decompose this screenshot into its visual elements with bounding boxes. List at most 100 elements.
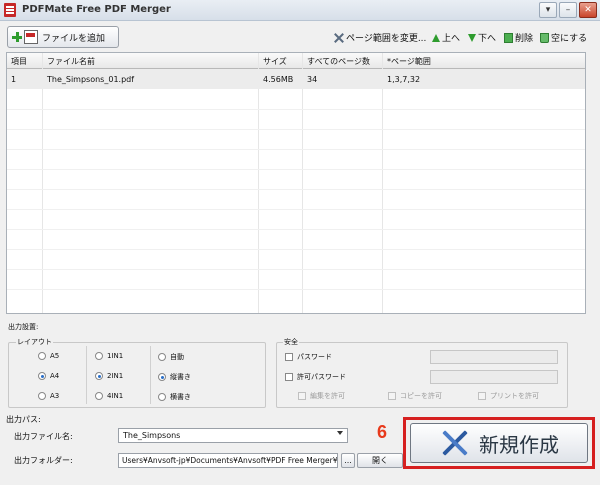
row-divider	[7, 209, 585, 210]
row-divider	[7, 169, 585, 170]
move-up-label: 上へ	[442, 34, 461, 44]
page-size-a3-radio[interactable]: A3	[38, 392, 59, 400]
orientation-landscape-radio[interactable]: 横書き	[158, 392, 191, 402]
trash-icon	[540, 32, 549, 43]
pdf-file-icon	[24, 30, 38, 44]
step-number-annotation: 6	[377, 422, 388, 442]
orientation-auto-label: 自動	[170, 353, 184, 361]
checkbox-icon	[388, 392, 396, 400]
move-down-label: 下へ	[478, 34, 497, 44]
delete-button[interactable]: 削除	[504, 31, 533, 44]
security-group-title: 安全	[283, 337, 299, 347]
orientation-portrait-label: 縦書き	[170, 373, 191, 381]
chevron-down-icon[interactable]: ▾	[539, 2, 557, 18]
radio-icon	[158, 393, 166, 401]
minimize-icon[interactable]: –	[559, 2, 577, 18]
open-folder-button[interactable]: 開く	[357, 453, 403, 468]
row-divider	[7, 149, 585, 150]
set-page-range-button[interactable]: ページ範囲を変更...	[334, 31, 426, 44]
orientation-portrait-radio[interactable]: 縦書き	[158, 372, 191, 382]
password-label: パスワード	[297, 353, 332, 361]
column-header-size[interactable]: サイズ	[263, 56, 287, 67]
allow-print-checkbox[interactable]: プリントを許可	[478, 391, 539, 401]
checkbox-icon	[285, 353, 293, 361]
chevron-down-icon[interactable]	[337, 431, 343, 435]
move-down-button[interactable]: 下へ	[468, 31, 496, 44]
column-header-filename[interactable]: ファイル名前	[47, 56, 95, 67]
allow-edit-label: 編集を許可	[310, 392, 345, 400]
radio-icon	[95, 392, 103, 400]
add-file-label: ファイルを追加	[42, 33, 106, 44]
layout-1in1-radio[interactable]: 1IN1	[95, 352, 123, 360]
create-new-button[interactable]: 新規作成	[410, 423, 588, 463]
checkbox-icon	[285, 373, 293, 381]
tools-icon	[334, 33, 344, 43]
radio-selected-icon	[38, 372, 46, 380]
move-up-button[interactable]: 上へ	[432, 31, 460, 44]
layout-4in1-radio[interactable]: 4IN1	[95, 392, 123, 400]
layout-4in1-label: 4IN1	[107, 392, 124, 400]
radio-icon	[95, 352, 103, 360]
output-filename-label: 出力ファイル名:	[14, 432, 73, 441]
page-size-a5-label: A5	[50, 352, 60, 360]
row-divider	[7, 229, 585, 230]
radio-icon	[158, 353, 166, 361]
column-divider	[258, 53, 259, 313]
add-file-button[interactable]: ファイルを追加	[7, 26, 119, 48]
browse-button[interactable]: ...	[341, 453, 355, 468]
layout-group-title: レイアウト	[16, 337, 53, 347]
clear-button[interactable]: 空にする	[540, 31, 587, 44]
password-input[interactable]	[430, 350, 558, 364]
table-header: 項目 ファイル名前 サイズ すべてのページ数 *ページ範囲	[7, 53, 585, 69]
permission-password-label: 許可パスワード	[297, 373, 346, 381]
orientation-landscape-label: 横書き	[170, 393, 191, 401]
file-list-table[interactable]: 項目 ファイル名前 サイズ すべてのページ数 *ページ範囲 1 The_Simp…	[6, 52, 586, 314]
row-divider	[7, 249, 585, 250]
page-size-a4-radio[interactable]: A4	[38, 372, 59, 380]
delete-icon	[504, 32, 513, 43]
create-new-label: 新規作成	[479, 432, 559, 457]
set-page-range-label: ページ範囲を変更...	[346, 34, 427, 44]
output-folder-label: 出力フォルダー:	[14, 456, 73, 465]
output-filename-combobox[interactable]: The_Simpsons	[118, 428, 348, 443]
allow-copy-label: コピーを許可	[400, 392, 442, 400]
group-divider	[150, 346, 151, 404]
page-size-a5-radio[interactable]: A5	[38, 352, 59, 360]
output-folder-input[interactable]: Users¥Anvsoft-jp¥Documents¥Anvsoft¥PDF F…	[118, 453, 338, 468]
allow-edit-checkbox[interactable]: 編集を許可	[298, 391, 345, 401]
cell-page-range: 1,3,7,32	[387, 75, 421, 84]
page-size-a4-label: A4	[50, 372, 60, 380]
row-divider	[7, 189, 585, 190]
pdf-app-icon	[4, 3, 16, 17]
column-divider	[302, 53, 303, 313]
layout-1in1-label: 1IN1	[107, 352, 124, 360]
layout-2in1-radio[interactable]: 2IN1	[95, 372, 123, 380]
row-divider	[7, 289, 585, 290]
cell-total-pages: 34	[307, 75, 318, 84]
permission-password-input[interactable]	[430, 370, 558, 384]
orientation-auto-radio[interactable]: 自動	[158, 352, 184, 362]
layout-2in1-label: 2IN1	[107, 372, 124, 380]
checkbox-icon	[298, 392, 306, 400]
allow-copy-checkbox[interactable]: コピーを許可	[388, 391, 442, 401]
password-checkbox[interactable]: パスワード	[285, 352, 332, 362]
close-icon[interactable]: ✕	[579, 2, 597, 18]
radio-selected-icon	[95, 372, 103, 380]
radio-icon	[38, 352, 46, 360]
cell-index: 1	[11, 75, 17, 84]
tools-icon	[439, 428, 469, 458]
output-path-label: 出力パス:	[6, 415, 41, 424]
up-arrow-icon	[432, 33, 440, 42]
radio-icon	[38, 392, 46, 400]
column-header-page-range[interactable]: *ページ範囲	[387, 56, 431, 67]
table-row[interactable]: 1 The_Simpsons_01.pdf 4.56MB 34 1,3,7,32	[7, 69, 585, 89]
page-size-a3-label: A3	[50, 392, 60, 400]
permission-password-checkbox[interactable]: 許可パスワード	[285, 372, 346, 382]
column-header-index[interactable]: 項目	[11, 56, 27, 67]
column-divider	[42, 53, 43, 313]
column-header-total-pages[interactable]: すべてのページ数	[307, 56, 370, 67]
column-divider	[382, 53, 383, 313]
allow-print-label: プリントを許可	[490, 392, 539, 400]
cell-size: 4.56MB	[263, 75, 294, 84]
checkbox-icon	[478, 392, 486, 400]
